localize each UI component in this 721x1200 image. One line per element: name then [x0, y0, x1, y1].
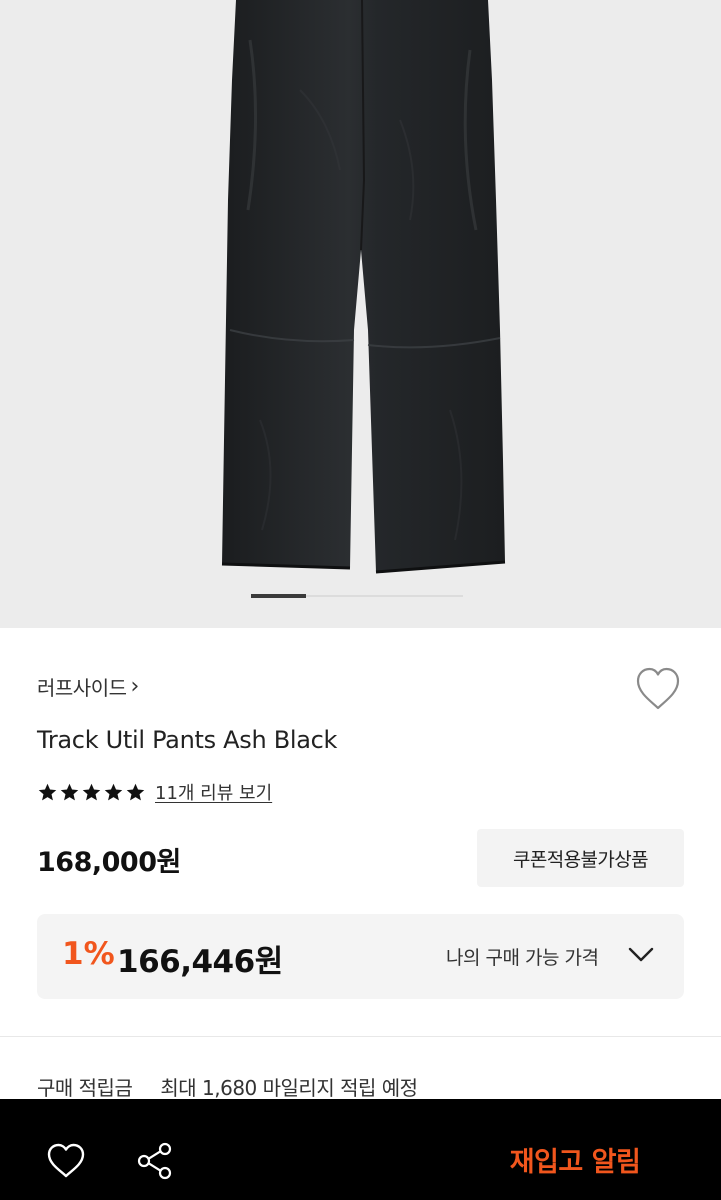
product-price: 168,000원 [37, 847, 181, 878]
points-value: 최대 1,680 마일리지 적립 예정 [160, 1076, 418, 1100]
my-price-label: 나의 구매 가능 가격 [446, 947, 599, 969]
wishlist-button[interactable] [634, 666, 682, 712]
star-rating [37, 782, 146, 803]
my-price-value: 166,446원 [117, 944, 283, 980]
my-price-discount: 1% [62, 936, 115, 972]
carousel-pager [251, 594, 463, 598]
my-price-dropdown[interactable]: 1% 166,446원 나의 구매 가능 가격 [37, 914, 684, 999]
bottom-action-bar: 재입고 알림 [0, 1099, 721, 1200]
section-divider [0, 1036, 721, 1037]
bottom-wishlist-button[interactable] [46, 1143, 86, 1179]
rating-row: 11개 리뷰 보기 [37, 778, 272, 806]
star-icon [126, 783, 145, 800]
share-icon [137, 1142, 172, 1180]
star-icon [38, 783, 57, 800]
star-icon [104, 783, 123, 800]
chevron-down-icon [628, 947, 654, 962]
points-row: 구매 적립금 최대 1,680 마일리지 적립 예정 [37, 1072, 418, 1101]
restock-alert-button[interactable]: 재입고 알림 [480, 1143, 670, 1183]
pager-active-indicator [251, 594, 306, 598]
star-icon [82, 783, 101, 800]
coupon-badge: 쿠폰적용불가상품 [477, 829, 684, 887]
black-track-pants-image [221, 0, 506, 574]
points-label: 구매 적립금 [37, 1076, 133, 1100]
product-title: Track Util Pants Ash Black [37, 726, 338, 754]
star-icon [60, 783, 79, 800]
share-button[interactable] [135, 1141, 175, 1181]
heart-outline-icon [47, 1143, 85, 1178]
heart-outline-icon [636, 667, 680, 710]
product-image-carousel[interactable] [0, 0, 721, 628]
chevron-right-icon: › [130, 673, 140, 699]
review-link[interactable]: 11개 리뷰 보기 [155, 779, 272, 805]
brand-name: 러프사이드 [37, 675, 127, 700]
brand-link[interactable]: 러프사이드 › [37, 672, 139, 700]
